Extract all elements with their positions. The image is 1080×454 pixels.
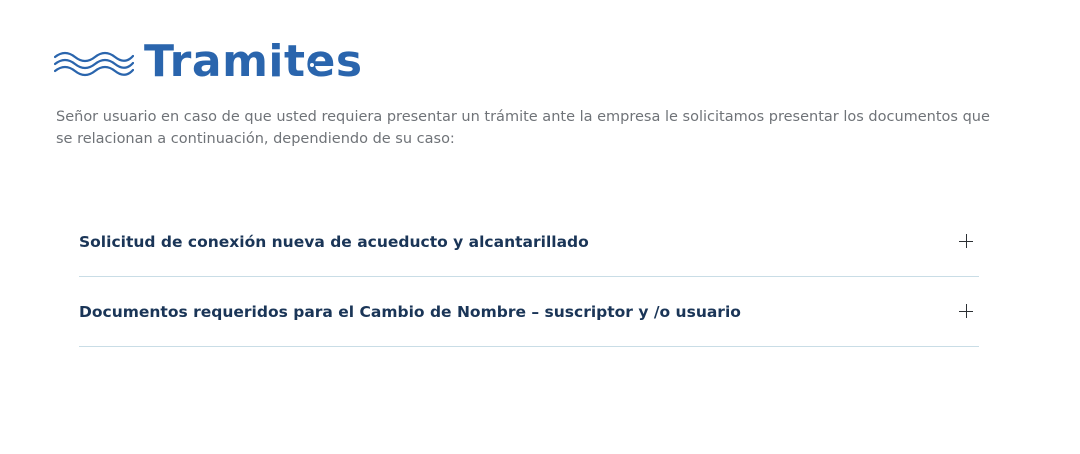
- page-header: Tramites: [54, 34, 363, 90]
- plus-icon[interactable]: [959, 234, 973, 248]
- waves-icon: [54, 51, 134, 77]
- intro-text: Señor usuario en caso de que usted requi…: [56, 109, 990, 147]
- accordion-item-label: Solicitud de conexión nueva de acueducto…: [79, 233, 589, 251]
- accordion-item-cambio-nombre[interactable]: Documentos requeridos para el Cambio de …: [79, 277, 979, 347]
- accordion-item-label: Documentos requeridos para el Cambio de …: [79, 303, 741, 321]
- page-title-wrap: Tramites: [144, 34, 363, 90]
- accordion-item-conexion[interactable]: Solicitud de conexión nueva de acueducto…: [79, 207, 979, 277]
- accordion: Solicitud de conexión nueva de acueducto…: [79, 207, 979, 347]
- page-title: Tramites: [144, 36, 363, 87]
- plus-icon[interactable]: [959, 304, 973, 318]
- title-decoration-dot: [310, 63, 314, 67]
